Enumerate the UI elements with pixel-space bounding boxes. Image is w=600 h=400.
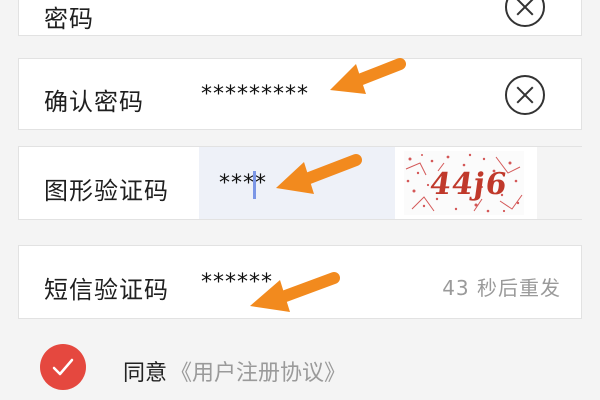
arrow-icon	[276, 154, 362, 194]
arrow-icon	[250, 272, 340, 312]
captcha-side-area	[537, 147, 583, 219]
confirm-password-input[interactable]: *********	[201, 82, 309, 107]
arrow-icon	[330, 58, 406, 94]
captcha-input[interactable]: ****	[219, 171, 267, 196]
captcha-label: 图形验证码	[44, 177, 169, 205]
resend-countdown: 43 秒后重发	[442, 276, 561, 300]
sms-code-label: 短信验证码	[44, 276, 169, 304]
captcha-text: 44j6	[427, 167, 510, 202]
confirm-password-label: 确认密码	[44, 88, 144, 116]
user-agreement-link[interactable]: 《用户注册协议》	[170, 355, 346, 387]
agree-label: 同意	[123, 361, 168, 386]
password-label: 密码	[44, 5, 94, 33]
text-cursor	[253, 171, 256, 199]
captcha-image[interactable]: 44j6	[404, 151, 524, 215]
clear-icon[interactable]	[505, 75, 545, 115]
agree-checkbox[interactable]	[40, 344, 86, 390]
checkmark-icon	[52, 358, 74, 376]
password-row: 密码	[18, 0, 582, 36]
clear-icon[interactable]	[505, 0, 545, 27]
confirm-password-row[interactable]: 确认密码 *********	[18, 58, 582, 130]
